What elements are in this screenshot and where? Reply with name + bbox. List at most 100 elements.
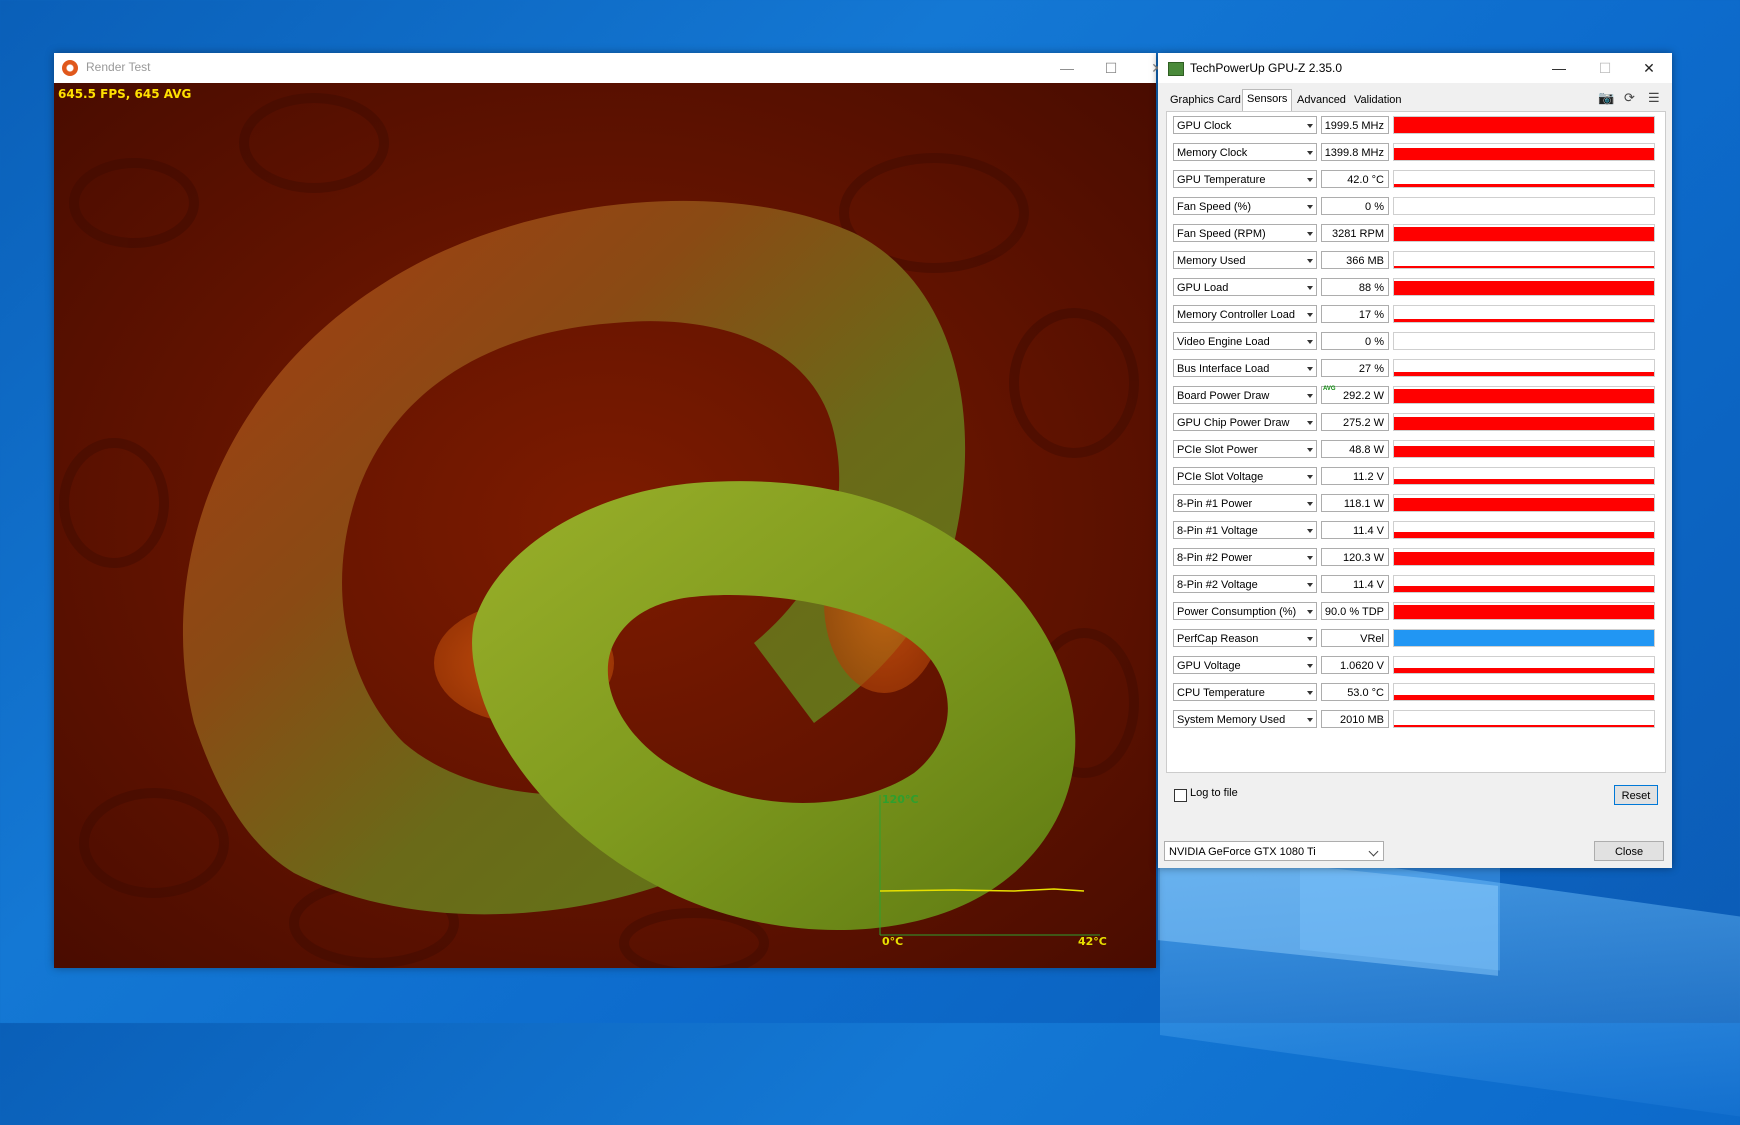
- gpuz-minimize-button[interactable]: —: [1536, 53, 1582, 83]
- sensor-name-dropdown[interactable]: Video Engine Load: [1173, 332, 1317, 350]
- sensor-row: PCIe Slot Power 48.8 W: [1171, 438, 1661, 460]
- sensor-name-dropdown[interactable]: Memory Clock: [1173, 143, 1317, 161]
- sensor-row: GPU Chip Power Draw 275.2 W: [1171, 411, 1661, 433]
- sensor-graph-fill: [1394, 319, 1654, 322]
- sensor-graph: [1393, 629, 1655, 647]
- gpuz-titlebar[interactable]: TechPowerUp GPU-Z 2.35.0 — ☐ ✕: [1158, 53, 1672, 83]
- dropdown-arrow-icon: [1307, 313, 1313, 317]
- sensor-name-dropdown[interactable]: Bus Interface Load: [1173, 359, 1317, 377]
- render-test-window: Render Test — ☐ ✕ 645.5 FPS, 645 AVG 120…: [54, 53, 1163, 968]
- sensor-name: Board Power Draw: [1177, 390, 1270, 402]
- sensor-name-dropdown[interactable]: PCIe Slot Voltage: [1173, 467, 1317, 485]
- reset-button[interactable]: Reset: [1614, 785, 1658, 805]
- dropdown-arrow-icon: [1307, 205, 1313, 209]
- sensor-graph: [1393, 197, 1655, 215]
- sensor-name-dropdown[interactable]: 8-Pin #1 Voltage: [1173, 521, 1317, 539]
- gpuz-title: TechPowerUp GPU-Z 2.35.0: [1190, 61, 1343, 75]
- minimize-button[interactable]: —: [1044, 53, 1090, 83]
- render-test-titlebar[interactable]: Render Test — ☐ ✕: [54, 53, 1163, 83]
- sensor-graph-fill: [1394, 695, 1654, 700]
- gpuz-window: TechPowerUp GPU-Z 2.35.0 — ☐ ✕ Graphics …: [1158, 53, 1672, 868]
- tab-advanced[interactable]: Advanced: [1293, 91, 1350, 110]
- sensor-graph-fill: [1394, 372, 1654, 376]
- sensor-row: GPU Clock 1999.5 MHz: [1171, 114, 1661, 136]
- tab-validation[interactable]: Validation: [1350, 91, 1406, 110]
- sensor-name-dropdown[interactable]: System Memory Used: [1173, 710, 1317, 728]
- render-canvas[interactable]: 645.5 FPS, 645 AVG 120°C 0°C 42°C: [54, 83, 1156, 968]
- dropdown-arrow-icon: [1307, 340, 1313, 344]
- dropdown-arrow-icon: [1307, 475, 1313, 479]
- sensor-graph: [1393, 683, 1655, 701]
- dropdown-arrow-icon: [1307, 664, 1313, 668]
- sensor-name-dropdown[interactable]: CPU Temperature: [1173, 683, 1317, 701]
- sensor-name: PCIe Slot Voltage: [1177, 471, 1264, 483]
- sensor-name-dropdown[interactable]: Power Consumption (%): [1173, 602, 1317, 620]
- log-to-file-checkbox[interactable]: [1174, 789, 1187, 802]
- sensor-name-dropdown[interactable]: PCIe Slot Power: [1173, 440, 1317, 458]
- sensor-name-dropdown[interactable]: Fan Speed (RPM): [1173, 224, 1317, 242]
- dropdown-arrow-icon: [1307, 583, 1313, 587]
- dropdown-arrow-icon: [1307, 502, 1313, 506]
- sensor-row: 8-Pin #1 Voltage 11.4 V: [1171, 519, 1661, 541]
- close-window-button[interactable]: Close: [1594, 841, 1664, 861]
- sensor-row: System Memory Used 2010 MB: [1171, 708, 1661, 730]
- sensor-name-dropdown[interactable]: Memory Controller Load: [1173, 305, 1317, 323]
- sensor-value: 0 %: [1321, 197, 1389, 215]
- sensor-graph: [1393, 332, 1655, 350]
- sensor-name-dropdown[interactable]: GPU Chip Power Draw: [1173, 413, 1317, 431]
- sensor-row: 8-Pin #2 Power 120.3 W: [1171, 546, 1661, 568]
- maximize-button[interactable]: ☐: [1088, 53, 1134, 83]
- menu-icon[interactable]: ☰: [1648, 90, 1660, 106]
- sensor-value: 1999.5 MHz: [1321, 116, 1389, 134]
- sensor-name: GPU Clock: [1177, 120, 1232, 132]
- sensor-graph-fill: [1394, 498, 1654, 511]
- sensor-name-dropdown[interactable]: GPU Temperature: [1173, 170, 1317, 188]
- sensor-name: Memory Clock: [1177, 147, 1248, 159]
- dropdown-arrow-icon: [1307, 421, 1313, 425]
- sensor-name: PCIe Slot Power: [1177, 444, 1258, 456]
- sensor-name-dropdown[interactable]: Board Power Draw: [1173, 386, 1317, 404]
- sensor-graph: [1393, 413, 1655, 431]
- sensor-name-dropdown[interactable]: Memory Used: [1173, 251, 1317, 269]
- refresh-icon[interactable]: ⟳: [1624, 90, 1635, 106]
- sensor-name-dropdown[interactable]: GPU Clock: [1173, 116, 1317, 134]
- sensor-graph: [1393, 656, 1655, 674]
- gpu-select[interactable]: NVIDIA GeForce GTX 1080 Ti: [1164, 841, 1384, 861]
- camera-icon[interactable]: 📷: [1598, 90, 1614, 106]
- sensor-value: 2010 MB: [1321, 710, 1389, 728]
- sensor-row: Bus Interface Load 27 %: [1171, 357, 1661, 379]
- sensor-row: Memory Used 366 MB: [1171, 249, 1661, 271]
- sensor-graph-fill: [1394, 552, 1654, 565]
- dropdown-arrow-icon: [1307, 259, 1313, 263]
- sensor-row: Board Power Draw 292.2 W AVG: [1171, 384, 1661, 406]
- sensor-name-dropdown[interactable]: Fan Speed (%): [1173, 197, 1317, 215]
- gpuz-tab-bar: Graphics Card Sensors Advanced Validatio…: [1166, 89, 1666, 111]
- sensor-value: 17 %: [1321, 305, 1389, 323]
- sensor-graph: [1393, 359, 1655, 377]
- sensor-panel: GPU Clock 1999.5 MHz Memory Clock 1399.8 MH…: [1166, 111, 1666, 773]
- sensor-name-dropdown[interactable]: PerfCap Reason: [1173, 629, 1317, 647]
- sensor-name-dropdown[interactable]: 8-Pin #2 Power: [1173, 548, 1317, 566]
- sensor-name-dropdown[interactable]: GPU Voltage: [1173, 656, 1317, 674]
- gpuz-close-button[interactable]: ✕: [1626, 53, 1672, 83]
- sensor-value: 11.2 V: [1321, 467, 1389, 485]
- sensor-name: 8-Pin #2 Power: [1177, 552, 1253, 564]
- dropdown-arrow-icon: [1307, 394, 1313, 398]
- gpuz-maximize-button[interactable]: ☐: [1582, 53, 1628, 83]
- tab-sensors[interactable]: Sensors: [1242, 89, 1293, 111]
- sensor-name: GPU Temperature: [1177, 174, 1266, 186]
- sensor-graph-fill: [1394, 389, 1654, 403]
- sensor-row: GPU Voltage 1.0620 V: [1171, 654, 1661, 676]
- tab-graphics-card[interactable]: Graphics Card: [1166, 91, 1245, 110]
- sensor-name: 8-Pin #1 Power: [1177, 498, 1253, 510]
- sensor-row: Power Consumption (%) 90.0 % TDP: [1171, 600, 1661, 622]
- sensor-name-dropdown[interactable]: GPU Load: [1173, 278, 1317, 296]
- sensor-value: 1399.8 MHz: [1321, 143, 1389, 161]
- log-to-file-label: Log to file: [1190, 787, 1238, 799]
- sensor-name-dropdown[interactable]: 8-Pin #2 Voltage: [1173, 575, 1317, 593]
- sensor-name: System Memory Used: [1177, 714, 1286, 726]
- sensor-name-dropdown[interactable]: 8-Pin #1 Power: [1173, 494, 1317, 512]
- dropdown-arrow-icon: [1307, 151, 1313, 155]
- sensor-name: Fan Speed (RPM): [1177, 228, 1266, 240]
- sensor-value: 118.1 W: [1321, 494, 1389, 512]
